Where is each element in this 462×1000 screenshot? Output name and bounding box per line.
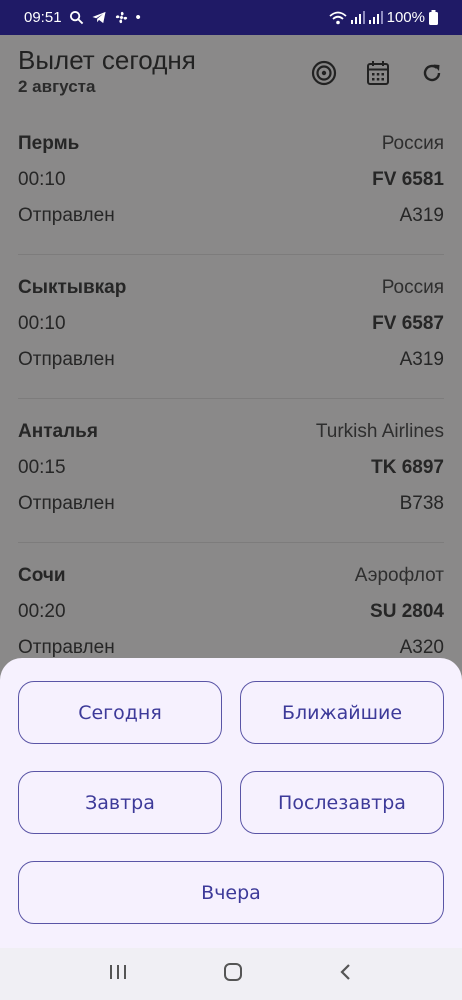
flight-status: Отправлен: [18, 637, 115, 658]
flight-number: TK 6897: [371, 457, 444, 478]
flight-number: SU 2804: [370, 601, 444, 622]
flight-time: 00:10: [18, 313, 66, 334]
status-time: 09:51: [24, 9, 62, 26]
flight-row-middle: 00:15 TK 6897: [18, 457, 444, 479]
signal-icon-2: [368, 11, 383, 24]
flight-row-top: Анталья Turkish Airlines: [18, 421, 444, 443]
flight-row-top: Сыктывкар Россия: [18, 277, 444, 299]
flight-carrier: Россия: [381, 133, 444, 154]
search-icon: [69, 10, 83, 25]
flight-city: Пермь: [18, 133, 80, 154]
flight-status: Отправлен: [18, 493, 115, 514]
flight-city: Сыктывкар: [18, 277, 127, 298]
flight-number: FV 6587: [372, 313, 444, 334]
flight-status: Отправлен: [18, 349, 115, 370]
flight-aircraft: A319: [399, 205, 444, 226]
flight-aircraft: A320: [399, 637, 444, 658]
system-nav-bar: [0, 948, 462, 1000]
battery-percent: 100%: [386, 9, 425, 26]
home-icon: [223, 962, 242, 981]
nearest-button[interactable]: Ближайшие: [240, 681, 444, 744]
header: Вылет сегодня 2 августа: [0, 35, 462, 111]
calendar-button[interactable]: [362, 57, 394, 89]
wifi-icon: [329, 11, 347, 24]
flight-city: Сочи: [18, 565, 66, 586]
flight-row-top: Сочи Аэрофлот: [18, 565, 444, 587]
flight-item[interactable]: Пермь Россия 00:10 FV 6581 Отправлен A31…: [18, 111, 444, 255]
tomorrow-button[interactable]: Завтра: [18, 771, 222, 834]
flight-row-middle: 00:20 SU 2804: [18, 601, 444, 623]
flight-row-bottom: Отправлен B738: [18, 493, 444, 515]
refresh-button[interactable]: [416, 57, 448, 89]
date-picker-sheet: Сегодня Ближайшие Завтра Послезавтра Вче…: [0, 658, 462, 948]
flight-list: Пермь Россия 00:10 FV 6581 Отправлен A31…: [0, 111, 462, 687]
battery-icon: [429, 10, 438, 25]
flight-row-bottom: Отправлен A319: [18, 349, 444, 371]
status-dot: •: [135, 9, 141, 26]
flight-row-bottom: Отправлен A319: [18, 205, 444, 227]
flight-carrier: Аэрофлот: [354, 565, 444, 586]
flight-time: 00:20: [18, 601, 66, 622]
flight-status: Отправлен: [18, 205, 115, 226]
flight-carrier: Россия: [381, 277, 444, 298]
yesterday-button[interactable]: Вчера: [18, 861, 444, 924]
header-actions: [308, 57, 448, 89]
back-icon: [340, 963, 351, 980]
telegram-icon: [91, 11, 106, 24]
back-button[interactable]: [337, 961, 355, 988]
day-after-tomorrow-button[interactable]: Послезавтра: [240, 771, 444, 834]
flight-row-bottom: Отправлен A320: [18, 637, 444, 659]
status-right: 100%: [329, 9, 438, 26]
flight-row-top: Пермь Россия: [18, 133, 444, 155]
target-icon: [311, 60, 337, 86]
flight-time: 00:10: [18, 169, 66, 190]
flight-item[interactable]: Сыктывкар Россия 00:10 FV 6587 Отправлен…: [18, 255, 444, 399]
flight-time: 00:15: [18, 457, 66, 478]
fan-icon: [115, 11, 127, 24]
recents-icon: [109, 964, 126, 979]
target-button[interactable]: [308, 57, 340, 89]
flight-row-middle: 00:10 FV 6581: [18, 169, 444, 191]
flight-item[interactable]: Анталья Turkish Airlines 00:15 TK 6897 О…: [18, 399, 444, 543]
flight-number: FV 6581: [372, 169, 444, 190]
flight-city: Анталья: [18, 421, 98, 442]
recents-button[interactable]: [107, 962, 129, 987]
home-button[interactable]: [222, 961, 244, 988]
flight-carrier: Turkish Airlines: [315, 421, 444, 442]
flight-aircraft: B738: [399, 493, 444, 514]
signal-icon: [350, 11, 365, 24]
status-bar: 09:51 • 100%: [0, 0, 462, 35]
status-left: 09:51 •: [24, 9, 141, 26]
flight-row-middle: 00:10 FV 6587: [18, 313, 444, 335]
flight-aircraft: A319: [399, 349, 444, 370]
calendar-icon: [367, 61, 389, 85]
refresh-icon: [423, 64, 441, 82]
today-button[interactable]: Сегодня: [18, 681, 222, 744]
